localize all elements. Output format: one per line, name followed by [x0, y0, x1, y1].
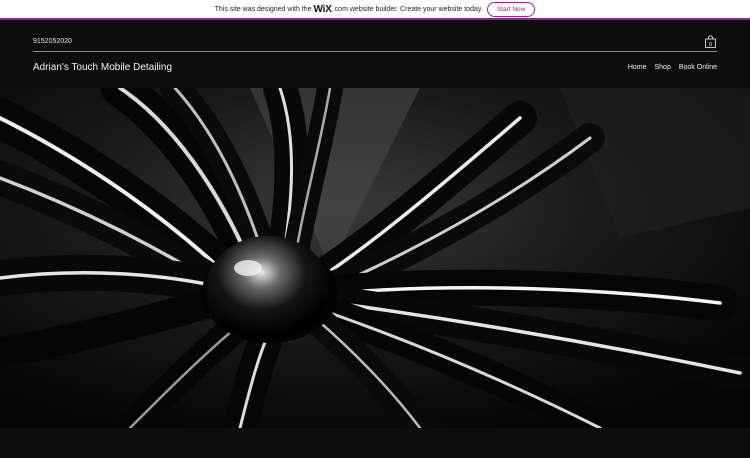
nav-item-home[interactable]: Home — [628, 64, 647, 71]
shopping-bag-icon: 0 — [705, 35, 716, 48]
wix-logo: WiX — [313, 3, 332, 15]
wix-promo-banner: This site was designed with the WiX .com… — [0, 0, 750, 20]
site-header: 9152052020 0 Adrian's Touch Mobile Detai… — [0, 22, 750, 88]
cart-count: 0 — [709, 42, 712, 48]
site-title[interactable]: Adrian's Touch Mobile Detailing — [33, 62, 172, 73]
banner-text-before: This site was designed with the — [214, 5, 312, 13]
page-footer-strip — [0, 428, 750, 458]
chrome-wheel-illustration — [0, 88, 750, 428]
banner-message: This site was designed with the WiX .com… — [215, 4, 483, 15]
banner-text-after: .com website builder. Create your websit… — [332, 5, 483, 13]
header-divider — [33, 51, 717, 52]
hero-image — [0, 88, 750, 428]
nav-item-shop[interactable]: Shop — [655, 64, 671, 71]
main-nav: Home Shop Book Online — [628, 64, 717, 71]
nav-item-book-online[interactable]: Book Online — [679, 64, 717, 71]
start-now-button[interactable]: Start Now — [486, 1, 536, 17]
phone-number[interactable]: 9152052020 — [33, 38, 72, 45]
cart-button[interactable]: 0 — [705, 35, 716, 48]
